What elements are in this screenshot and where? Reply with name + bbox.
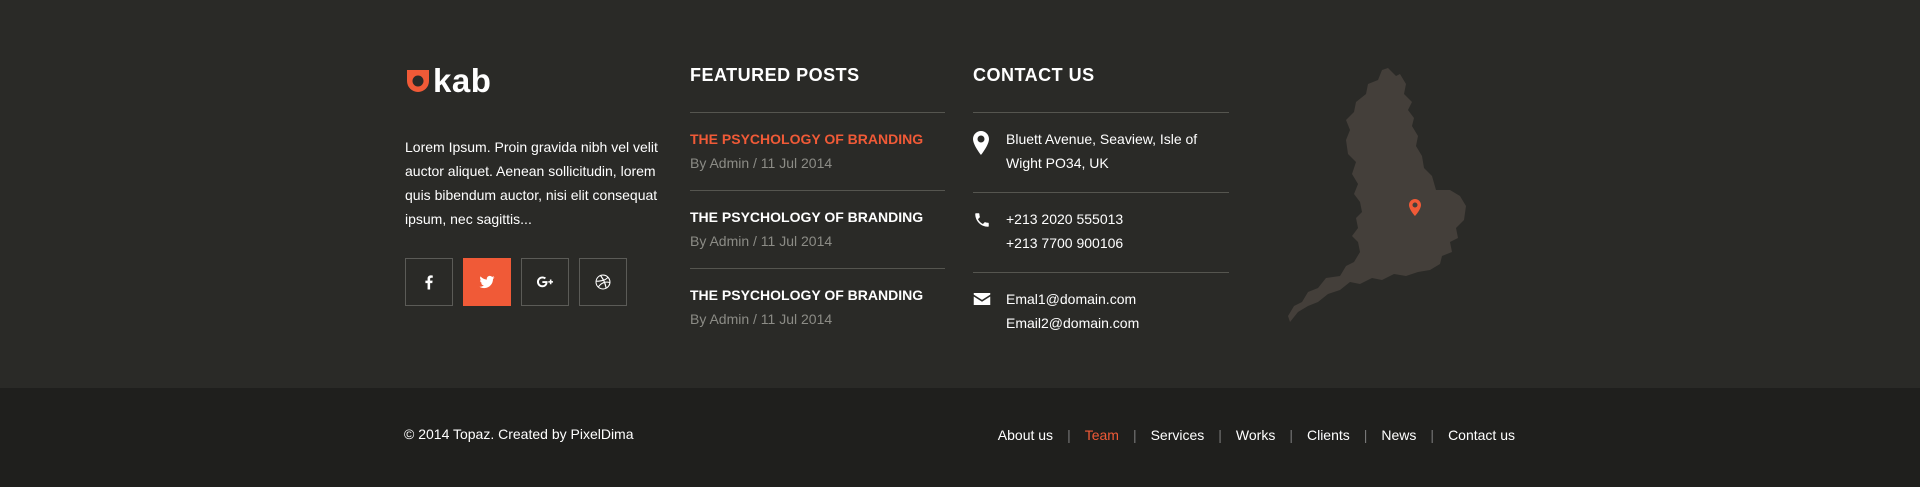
post-title[interactable]: THE PSYCHOLOGY OF BRANDING (690, 207, 945, 227)
nav-news[interactable]: News (1381, 427, 1416, 443)
footer-top: kab Lorem Ipsum. Proin gravida nibh vel … (0, 0, 1920, 388)
twitter-icon (479, 275, 495, 289)
email-link[interactable]: Email2@domain.com (1006, 311, 1139, 335)
logo-icon (407, 70, 429, 92)
nav-about-us[interactable]: About us (998, 427, 1053, 443)
footer-bottom: © 2014 Topaz. Created by PixelDima About… (0, 388, 1920, 487)
copyright-text: © 2014 Topaz. Created by PixelDima (404, 426, 634, 442)
england-map (1288, 68, 1466, 322)
phone-row: +213 2020 555013 +213 7700 900106 (973, 193, 1229, 273)
post-meta: By Admin / 11 Jul 2014 (690, 311, 833, 327)
twitter-button[interactable] (463, 258, 511, 306)
featured-posts-column: FEATURED POSTS THE PSYCHOLOGY OF BRANDIN… (690, 64, 945, 346)
about-column: kab Lorem Ipsum. Proin gravida nibh vel … (405, 64, 665, 306)
england-map-shape (1288, 68, 1466, 322)
address-row: Bluett Avenue, Seaview, Isle of Wight PO… (973, 113, 1229, 193)
featured-posts-title: FEATURED POSTS (690, 65, 860, 85)
google-plus-icon (536, 276, 554, 288)
about-text: Lorem Ipsum. Proin gravida nibh vel veli… (405, 139, 658, 227)
map-marker-icon (973, 131, 989, 155)
post-item[interactable]: THE PSYCHOLOGY OF BRANDING By Admin / 11… (690, 191, 945, 269)
post-item[interactable]: THE PSYCHOLOGY OF BRANDING By Admin / 11… (690, 269, 945, 346)
nav-separator: | (1289, 427, 1293, 443)
dribbble-icon (595, 274, 611, 290)
nav-separator: | (1363, 427, 1368, 443)
facebook-icon (425, 275, 433, 290)
nav-clients[interactable]: Clients (1307, 427, 1350, 443)
contact-column: CONTACT US Bluett Avenue, Seaview, Isle … (973, 64, 1229, 352)
nav-separator: | (1067, 427, 1071, 443)
email-link[interactable]: Emal1@domain.com (1006, 287, 1139, 311)
facebook-button[interactable] (405, 258, 453, 306)
phone-number[interactable]: +213 7700 900106 (1006, 231, 1123, 255)
dribbble-button[interactable] (579, 258, 627, 306)
phone-number[interactable]: +213 2020 555013 (1006, 207, 1123, 231)
social-links (405, 258, 665, 306)
nav-works[interactable]: Works (1236, 427, 1275, 443)
address-line: Wight PO34, UK (1006, 155, 1109, 171)
google-plus-button[interactable] (521, 258, 569, 306)
phone-icon (975, 213, 989, 227)
contact-title: CONTACT US (973, 65, 1095, 85)
nav-services[interactable]: Services (1151, 427, 1205, 443)
post-meta: By Admin / 11 Jul 2014 (690, 233, 833, 249)
post-meta: By Admin / 11 Jul 2014 (690, 155, 833, 171)
footer-nav: About us | Team | Services | Works | Cli… (998, 427, 1515, 443)
email-row: Emal1@domain.com Email2@domain.com (973, 273, 1229, 352)
post-title[interactable]: THE PSYCHOLOGY OF BRANDING (690, 285, 945, 305)
address-line: Bluett Avenue, Seaview, Isle of (1006, 131, 1198, 147)
nav-team[interactable]: Team (1085, 427, 1119, 443)
envelope-icon (973, 293, 991, 305)
nav-contact-us[interactable]: Contact us (1448, 427, 1515, 443)
nav-separator: | (1430, 427, 1435, 443)
post-item[interactable]: THE PSYCHOLOGY OF BRANDING By Admin / 11… (690, 113, 945, 191)
logo[interactable]: kab (405, 64, 665, 98)
nav-separator: | (1132, 427, 1137, 443)
logo-text: kab (433, 62, 492, 99)
post-title[interactable]: THE PSYCHOLOGY OF BRANDING (690, 129, 945, 149)
nav-separator: | (1218, 427, 1222, 443)
